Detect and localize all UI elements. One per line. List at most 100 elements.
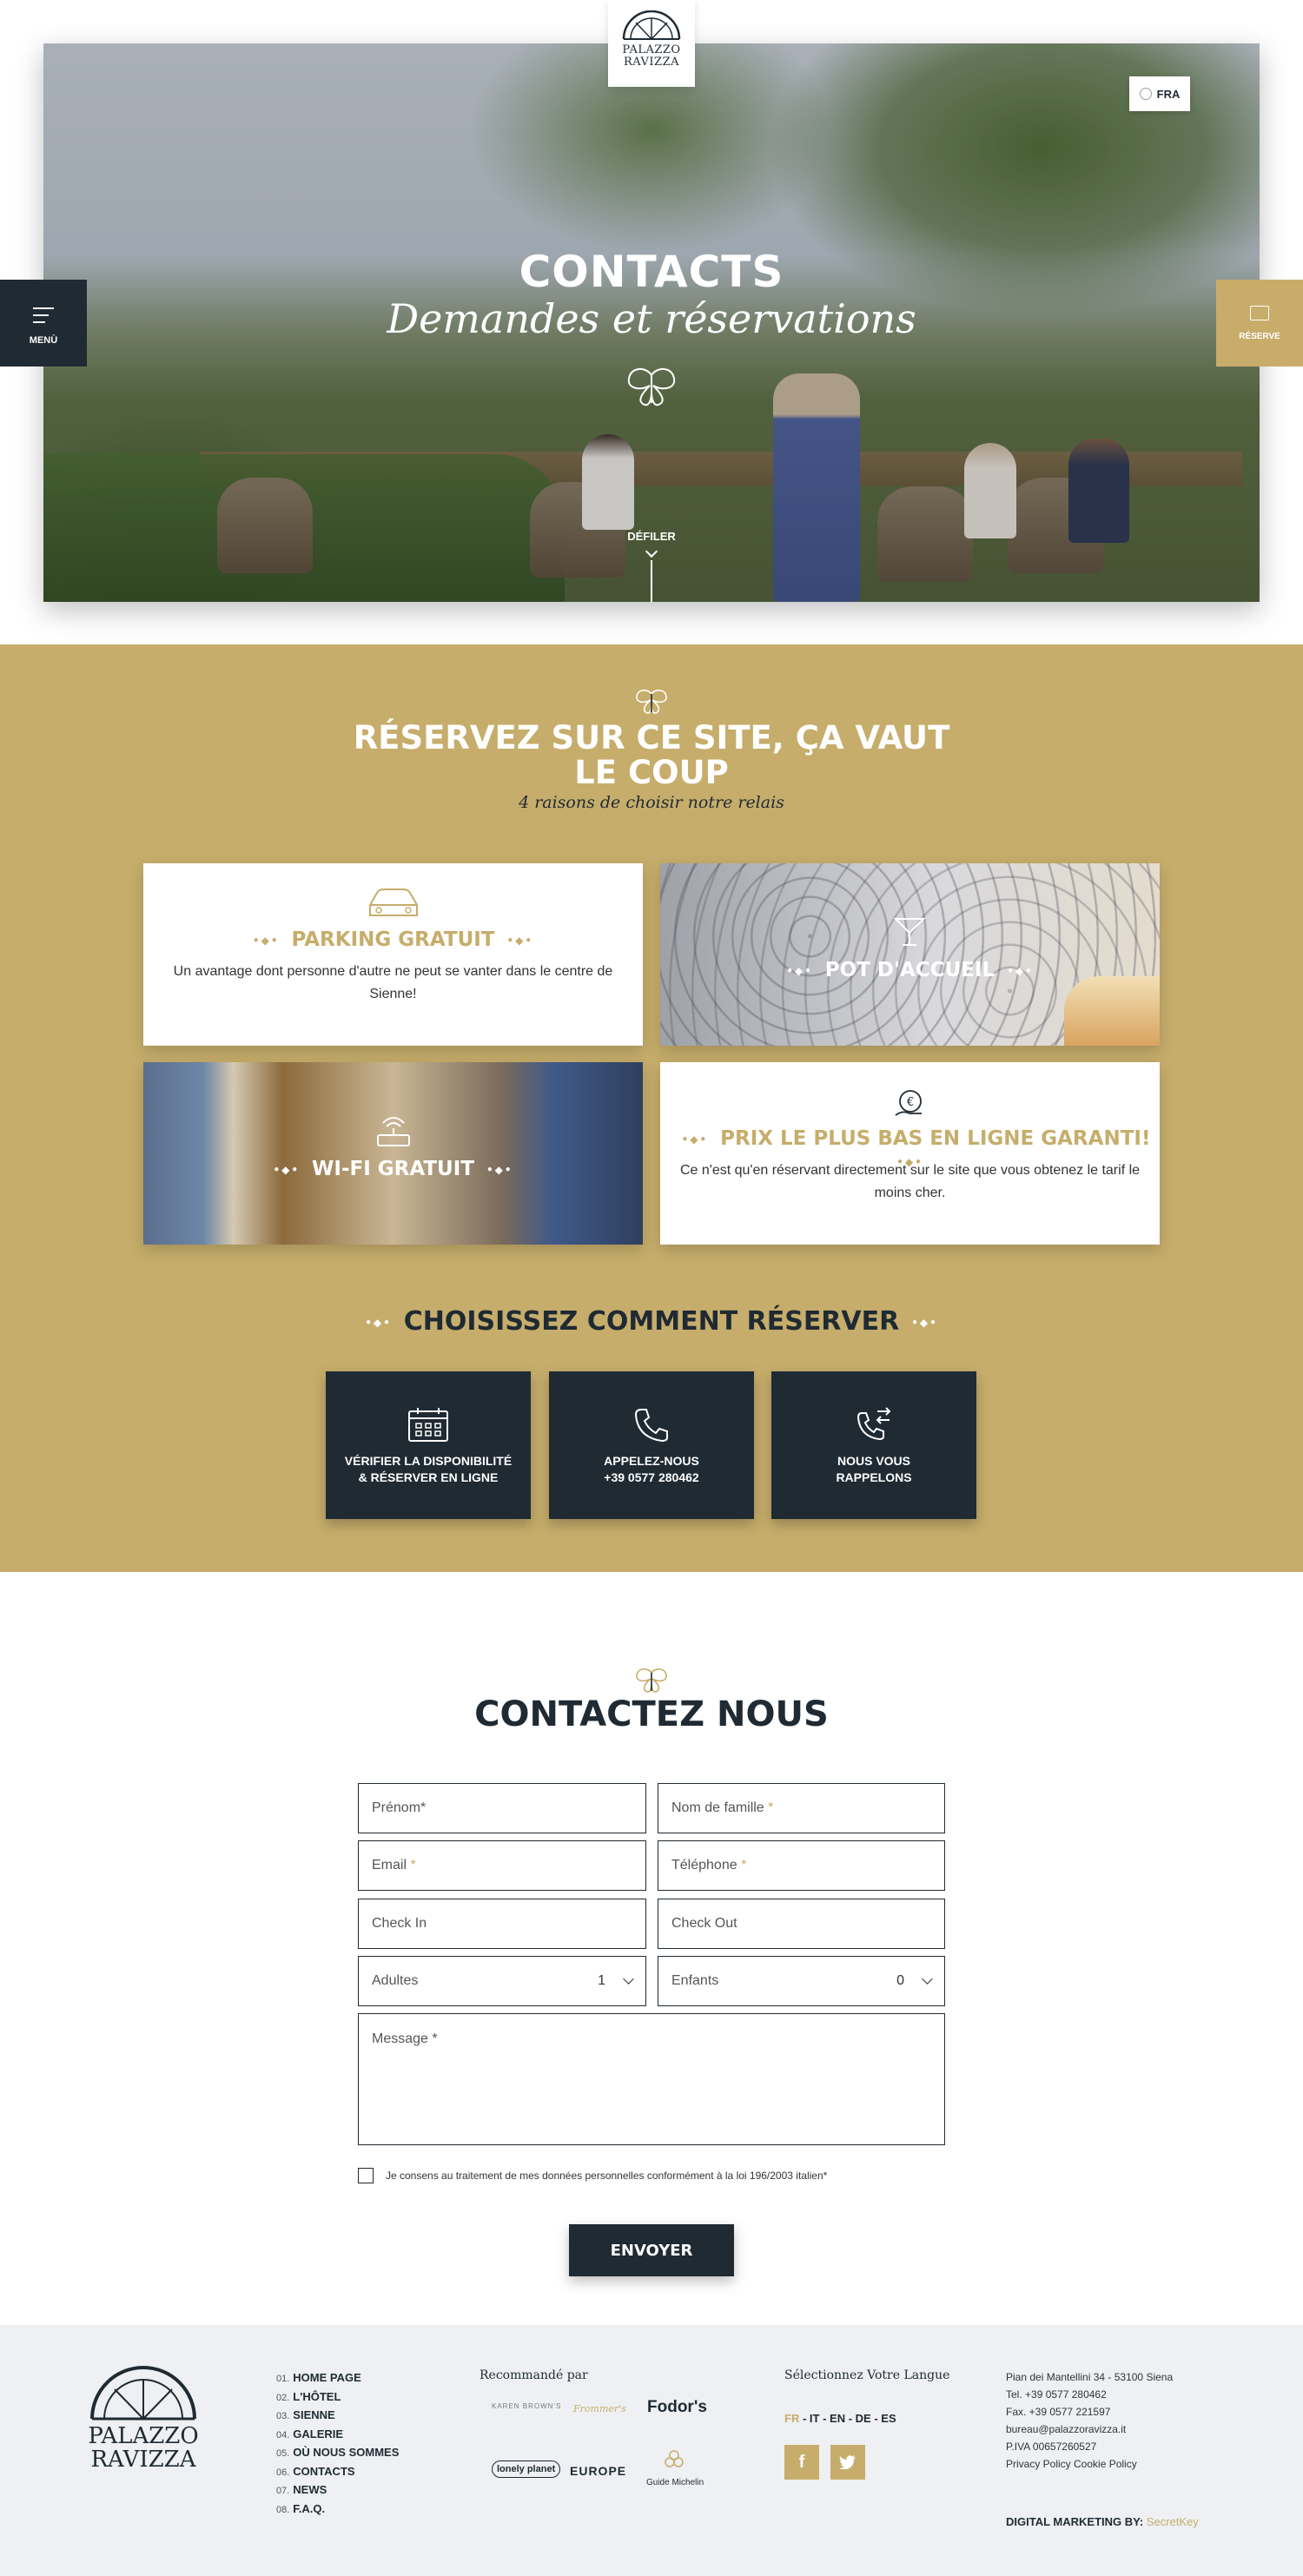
option-label-line2: RAPPELONS [836, 1470, 912, 1484]
reasons-title: RÉSERVEZ SUR CE SITE, ÇA VAUT LE COUP [353, 719, 950, 791]
logo-line-2: RAVIZZA [623, 56, 679, 69]
telephone[interactable]: Tel. +39 0577 280462 [1006, 2386, 1173, 2403]
menu-button[interactable]: MENÙ [0, 280, 87, 367]
scroll-link[interactable]: DÉFILER [608, 530, 695, 543]
press-logo-michelin: Guide Michelin [646, 2478, 704, 2487]
message-field[interactable]: Message * [358, 2013, 945, 2145]
arch-window-icon [622, 10, 681, 40]
hamburger-icon [33, 307, 54, 328]
secretkey-link[interactable]: SecretKey [1147, 2515, 1199, 2528]
children-value: 0 [896, 1973, 904, 1988]
phone-field[interactable]: Téléphone * [658, 1840, 945, 1891]
reasons-subtitle: 4 raisons de choisir notre relais [519, 793, 784, 812]
chevron-down-icon [922, 1973, 933, 1985]
footer-menu-item[interactable]: 07. NEWS [276, 2481, 399, 2500]
language-selector[interactable]: FRA [1129, 76, 1190, 111]
first-name-field[interactable]: Prénom* [358, 1783, 646, 1833]
footer-menu-item[interactable]: 01. HOME PAGE [276, 2369, 399, 2388]
reason-card-welcome-drink: •◆• POT D'ACCUEIL •◆• [660, 863, 1160, 1046]
butterfly-ornament-icon [627, 368, 676, 406]
router-icon [377, 1117, 410, 1146]
card-title: POT D'ACCUEIL [824, 959, 995, 981]
menu-label: MENÙ [29, 335, 58, 346]
call-us-button[interactable]: APPELEZ-NOUS +39 0577 280462 [549, 1371, 754, 1519]
facebook-icon[interactable]: f [784, 2445, 819, 2480]
reason-card-parking: •◆• PARKING GRATUIT •◆• Un avantage dont p… [143, 863, 643, 1046]
recommended-title: Recommandé par [480, 2368, 588, 2382]
globe-icon [1139, 88, 1152, 100]
footer-languages: FR - IT - EN - DE - ES [784, 2412, 896, 2425]
footer-menu-item[interactable]: 03. SIENNE [276, 2407, 399, 2426]
card-title: WI-FI GRATUIT [312, 1158, 474, 1180]
address: Pian dei Mantellini 34 - 53100 Siena [1006, 2371, 1174, 2383]
lang-en[interactable]: EN [830, 2412, 845, 2425]
hero-section: CONTACTS Demandes et réservations DÉFILE… [0, 0, 1303, 644]
check-out-field[interactable]: Check Out [658, 1899, 945, 1949]
reason-card-wifi: •◆• WI-FI GRATUIT •◆• [143, 1062, 643, 1245]
card-title: PARKING GRATUIT [291, 928, 495, 951]
reason-card-best-price: € •◆• PRIX LE PLUS BAS EN LIGNE GARANTI!•… [660, 1062, 1160, 1245]
language-label: FRA [1156, 87, 1181, 101]
option-label-line1: NOUS VOUS [837, 1454, 910, 1468]
svg-text:€: € [907, 1096, 914, 1109]
option-label-line1: APPELEZ-NOUS [604, 1454, 699, 1468]
footer-contact-info: Pian dei Mantellini 34 - 53100 Siena Tel… [1006, 2368, 1173, 2473]
option-label-line2: +39 0577 280462 [604, 1470, 699, 1484]
lang-fr[interactable]: FR [784, 2412, 799, 2425]
option-label-line2: & RÉSERVER EN LIGNE [358, 1470, 499, 1484]
children-select[interactable]: Enfants 0 [658, 1956, 945, 2006]
adults-select[interactable]: Adultes 1 [358, 1956, 646, 2006]
footer-menu-item[interactable]: 04. GALERIE [276, 2426, 399, 2445]
euro-hand-icon: € [895, 1090, 922, 1116]
consent-checkbox[interactable] [358, 2168, 374, 2183]
book-button[interactable]: RÉSERVE [1216, 280, 1303, 367]
contact-title: CONTACTEZ NOUS [474, 1694, 829, 1734]
butterfly-ornament-icon [636, 1668, 667, 1693]
logo-line-1: PALAZZO [622, 43, 681, 56]
footer-menu-item[interactable]: 08. F.A.Q. [276, 2500, 399, 2520]
vat-number: P.IVA 00657260527 [1006, 2441, 1097, 2453]
cocktail-icon [893, 918, 926, 946]
credit: DIGITAL MARKETING BY: SecretKey [1006, 2515, 1199, 2528]
last-name-field[interactable]: Nom de famille * [658, 1783, 945, 1833]
michelin-icon [665, 2450, 684, 2467]
email-field[interactable]: Email * [358, 1840, 646, 1891]
check-in-field[interactable]: Check In [358, 1899, 646, 1949]
footer-menu-item[interactable]: 05. OÙ NOUS SOMMES [276, 2444, 399, 2463]
book-online-button[interactable]: VÉRIFIER LA DISPONIBILITÉ & RÉSERVER EN … [326, 1371, 531, 1519]
twitter-icon[interactable] [830, 2445, 865, 2480]
consent-row: Je consens au traitement de mes données … [358, 2168, 827, 2183]
footer-menu-item[interactable]: 02. L'HÔTEL [276, 2388, 399, 2408]
option-label-line1: VÉRIFIER LA DISPONIBILITÉ [344, 1454, 513, 1468]
card-text: Ce n'est qu'en réservant directement sur… [679, 1163, 1141, 1200]
page-subtitle: Demandes et réservations [387, 295, 916, 342]
card-text: Un avantage dont personne d'autre ne peu… [173, 964, 613, 1001]
language-title: Sélectionnez Votre Langue [784, 2368, 950, 2382]
car-icon [369, 888, 418, 916]
policy-links[interactable]: Privacy Policy Cookie Policy [1006, 2455, 1173, 2473]
book-label: RÉSERVE [1239, 332, 1280, 341]
lang-de[interactable]: DE [856, 2412, 871, 2425]
email-link[interactable]: bureau@palazzoravizza.it [1006, 2421, 1173, 2438]
logo[interactable]: PALAZZO RAVIZZA [608, 0, 695, 87]
press-logo-frommers: Frommer's [573, 2403, 626, 2414]
lang-it[interactable]: IT [810, 2412, 820, 2425]
ticket-icon [1250, 306, 1269, 320]
callback-button[interactable]: NOUS VOUS RAPPELONS [771, 1371, 976, 1519]
footer-menu-item[interactable]: 06. CONTACTS [276, 2463, 399, 2482]
send-button[interactable]: ENVOYER [569, 2224, 734, 2276]
card-title: PRIX LE PLUS BAS EN LIGNE GARANTI! [720, 1127, 1151, 1150]
arch-window-icon [90, 2366, 196, 2421]
consent-label: Je consens au traitement de mes données … [386, 2170, 828, 2182]
adults-value: 1 [598, 1973, 605, 1988]
lang-es[interactable]: ES [881, 2412, 896, 2425]
page-title: CONTACTS [519, 247, 784, 297]
fax: Fax. +39 0577 221597 [1006, 2406, 1111, 2418]
phone-callback-icon [857, 1407, 891, 1441]
footer-logo[interactable]: PALAZZO RAVIZZA [87, 2365, 200, 2472]
press-logo-fodors: Fodor's [647, 2398, 707, 2416]
butterfly-ornament-icon [636, 690, 667, 714]
chevron-down-icon [623, 1973, 634, 1985]
footer-menu: 01. HOME PAGE 02. L'HÔTEL 03. SIENNE 04. GAL… [276, 2369, 399, 2519]
press-logo-karen-brown: KAREN BROWN'S [492, 2402, 562, 2410]
